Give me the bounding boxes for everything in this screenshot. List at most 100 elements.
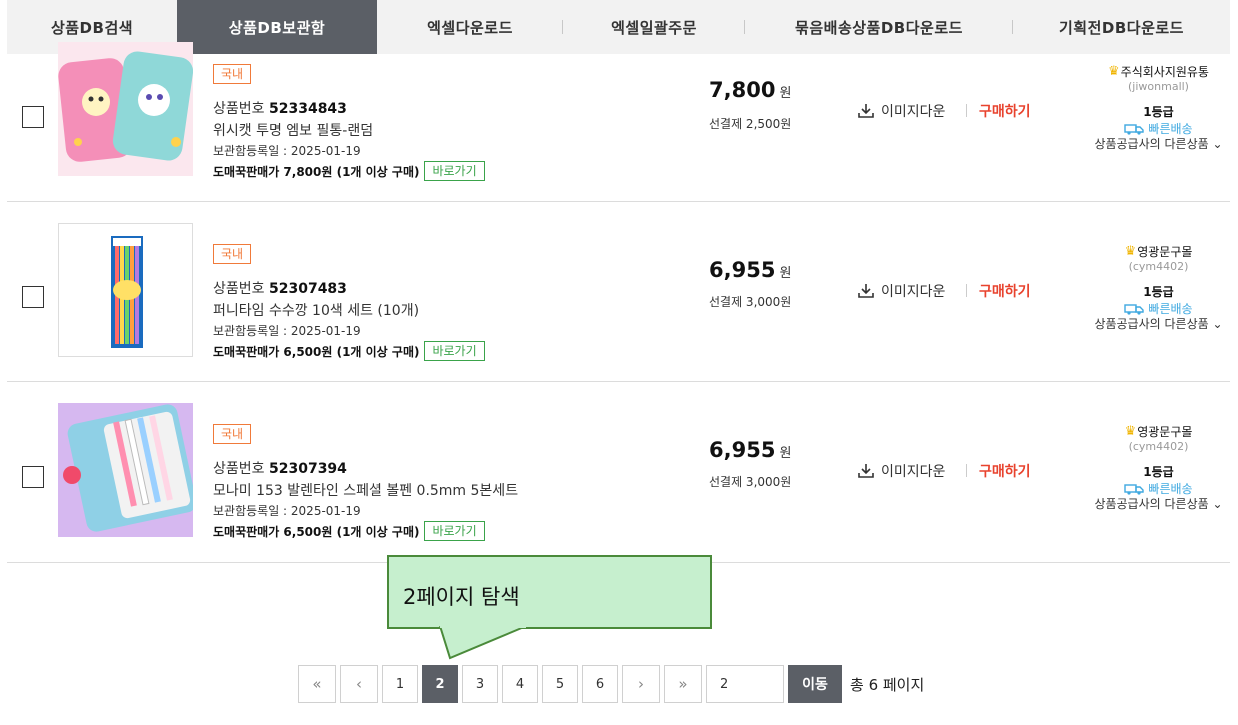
product-number-value: 52307483: [268, 281, 347, 297]
seller-id: (cym4402): [1128, 260, 1189, 273]
chevron-left-icon: ‹: [356, 675, 362, 693]
image-download-button[interactable]: 이미지다운: [857, 461, 945, 481]
goto-button[interactable]: 바로가기: [424, 521, 485, 541]
wholesale-price: 도매꾹판매가 6,500원 (1개 이상 구매): [213, 524, 420, 539]
price-value: 6,955: [709, 258, 776, 282]
origin-badge: 국내: [213, 424, 252, 444]
page-button[interactable]: 1: [382, 665, 418, 703]
product-checkbox[interactable]: [22, 286, 44, 308]
shipping-fee: 선결제 2,500원: [709, 117, 792, 131]
goto-button[interactable]: 바로가기: [424, 161, 485, 181]
chevron-right-icon: ›: [638, 675, 644, 693]
seller-grade: 1등급: [1143, 285, 1174, 299]
price-unit: 원: [779, 266, 792, 281]
price-value: 6,955: [709, 438, 776, 462]
go-button[interactable]: 이동: [788, 665, 842, 703]
image-download-button[interactable]: 이미지다운: [857, 101, 945, 121]
other-products-label: 상품공급사의 다른상품: [1094, 497, 1209, 511]
buy-button[interactable]: 구매하기: [979, 461, 1031, 481]
product-checkbox[interactable]: [22, 106, 44, 128]
saved-date: 보관함등록일 : 2025-01-19: [213, 504, 361, 518]
pencil-case-image: [58, 42, 193, 176]
seller-name-text: 영광문구몰: [1137, 425, 1193, 439]
prev-page-button[interactable]: ‹: [340, 665, 378, 703]
image-download-label: 이미지다운: [881, 104, 946, 120]
seller-info: ♛ 영광문구몰 (cym4402) 1등급 빠른배송 상품공급사의 다른상품 ⌄: [1087, 423, 1230, 511]
wholesale-price: 도매꾹판매가 6,500원 (1개 이상 구매): [213, 344, 420, 359]
seller-info: ♛ 주식회사지원유통 (jiwonmall) 1등급 빠른배송 상품공급사의 다른…: [1087, 63, 1230, 151]
goto-button[interactable]: 바로가기: [424, 341, 485, 361]
other-products-link[interactable]: 상품공급사의 다른상품 ⌄: [1087, 317, 1230, 331]
buy-button[interactable]: 구매하기: [979, 101, 1031, 121]
price-unit: 원: [779, 86, 792, 101]
price: 6,955 원: [709, 258, 791, 282]
product-name: 퍼니타임 수수깡 10색 세트 (10개): [213, 303, 420, 319]
wholesale-price-line: 도매꾹판매가 6,500원 (1개 이상 구매) 바로가기: [213, 341, 485, 361]
pagination: « ‹ 1 2 3 4 5 6 › » 이동 총 6 페이지: [298, 665, 924, 703]
straw-set-image: [59, 224, 192, 356]
price: 7,800 원: [709, 78, 791, 102]
last-page-button[interactable]: »: [664, 665, 702, 703]
price-unit: 원: [779, 446, 792, 461]
chevron-down-icon: ⌄: [1212, 497, 1223, 511]
image-download-button[interactable]: 이미지다운: [857, 281, 945, 301]
product-row: 국내 상품번호 52307483 퍼니타임 수수깡 10색 세트 (10개) 보…: [7, 202, 1230, 382]
seller-name[interactable]: ♛ 영광문구몰: [1087, 423, 1230, 440]
fast-shipping-label: 빠른배송: [1148, 302, 1193, 316]
page-number-input[interactable]: [706, 665, 784, 703]
page-button[interactable]: 5: [542, 665, 578, 703]
image-download-label: 이미지다운: [881, 284, 946, 300]
product-thumbnail[interactable]: [58, 403, 193, 537]
price-value: 7,800: [709, 78, 776, 102]
fast-shipping: 빠른배송: [1087, 300, 1230, 317]
seller-name[interactable]: ♛ 주식회사지원유통: [1087, 63, 1230, 80]
fast-shipping-label: 빠른배송: [1148, 122, 1193, 136]
download-icon: [858, 464, 874, 478]
divider: [966, 464, 967, 477]
crown-icon: ♛: [1124, 424, 1137, 439]
product-thumbnail[interactable]: [58, 223, 193, 357]
product-row: 국내 상품번호 52307394 모나미 153 발렌타인 스페셜 볼펜 0.5…: [7, 382, 1230, 563]
divider: [966, 104, 967, 117]
callout-text: 2페이지 탐색: [403, 585, 520, 609]
next-page-button[interactable]: ›: [622, 665, 660, 703]
pen-set-image: [58, 403, 193, 537]
other-products-label: 상품공급사의 다른상품: [1094, 317, 1209, 331]
product-number: 상품번호 52307483: [213, 278, 347, 298]
page-button[interactable]: 6: [582, 665, 618, 703]
first-page-button[interactable]: «: [298, 665, 336, 703]
fast-shipping: 빠른배송: [1087, 120, 1230, 137]
buy-button[interactable]: 구매하기: [979, 281, 1031, 301]
seller-grade: 1등급: [1143, 465, 1174, 479]
product-thumbnail[interactable]: [58, 42, 193, 176]
fast-shipping: 빠른배송: [1087, 480, 1230, 497]
page-button-current[interactable]: 2: [422, 665, 458, 703]
crown-icon: ♛: [1108, 64, 1120, 79]
other-products-label: 상품공급사의 다른상품: [1094, 137, 1209, 151]
seller-name[interactable]: ♛ 영광문구몰: [1087, 243, 1230, 260]
product-checkbox[interactable]: [22, 466, 44, 488]
origin-badge: 국내: [213, 64, 252, 84]
double-chevron-left-icon: «: [312, 675, 322, 693]
other-products-link[interactable]: 상품공급사의 다른상품 ⌄: [1087, 497, 1230, 511]
product-number-label: 상품번호: [213, 101, 265, 117]
saved-date: 보관함등록일 : 2025-01-19: [213, 144, 361, 158]
truck-icon: [1124, 123, 1145, 135]
seller-name-text: 주식회사지원유통: [1120, 65, 1209, 79]
wholesale-price-line: 도매꾹판매가 6,500원 (1개 이상 구매) 바로가기: [213, 521, 485, 541]
product-name: 위시캣 투명 엠보 필통-랜덤: [213, 123, 374, 139]
image-download-label: 이미지다운: [881, 464, 946, 480]
page-button[interactable]: 4: [502, 665, 538, 703]
product-number-value: 52334843: [268, 101, 347, 117]
fast-shipping-label: 빠른배송: [1148, 482, 1193, 496]
product-number: 상품번호 52307394: [213, 458, 347, 478]
truck-icon: [1124, 303, 1145, 315]
double-chevron-right-icon: »: [678, 675, 688, 693]
callout-annotation: 2페이지 탐색: [387, 555, 712, 629]
total-pages: 총 6 페이지: [850, 675, 925, 694]
callout-pointer: [439, 626, 526, 660]
seller-grade: 1등급: [1143, 105, 1174, 119]
product-row: 국내 상품번호 52334843 위시캣 투명 엠보 필통-랜덤 보관함등록일 …: [7, 22, 1230, 202]
page-button[interactable]: 3: [462, 665, 498, 703]
other-products-link[interactable]: 상품공급사의 다른상품 ⌄: [1087, 137, 1230, 151]
